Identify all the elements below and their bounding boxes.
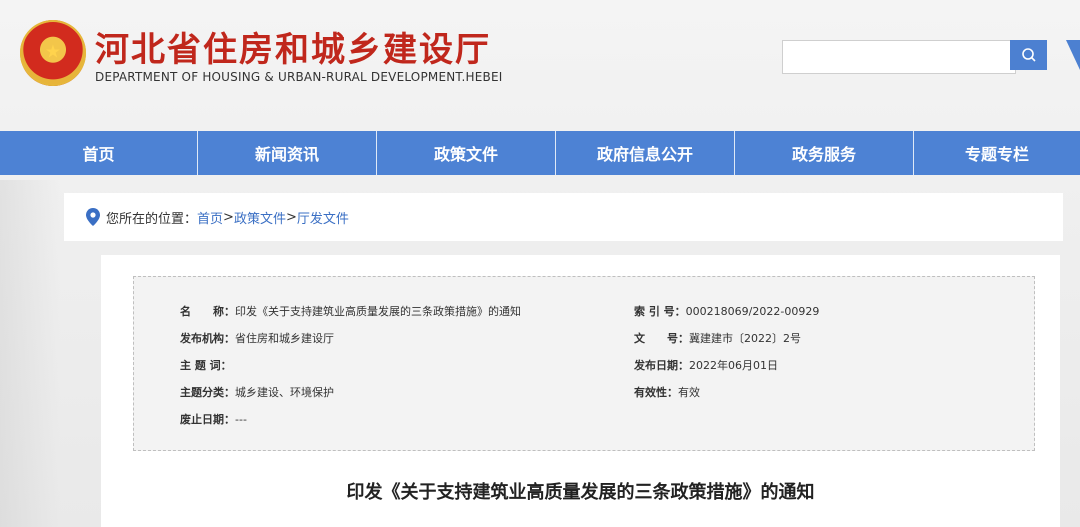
- meta-validity-key: 有效性：: [634, 386, 678, 399]
- meta-validity-value: 有效: [678, 386, 700, 399]
- meta-index-key: 索 引 号：: [634, 305, 686, 318]
- meta-category: 主题分类：城乡建设、环境保护: [180, 384, 334, 400]
- meta-validity: 有效性：有效: [634, 384, 700, 400]
- site-header: ★ 河北省住房和城乡建设厅 DEPARTMENT OF HOUSING & UR…: [0, 0, 1080, 130]
- meta-name-key: 名 称：: [180, 305, 235, 318]
- national-emblem-icon: ★: [20, 20, 86, 86]
- meta-abolish: 废止日期：---: [180, 411, 247, 427]
- corner-tab[interactable]: [1066, 40, 1080, 70]
- document-metadata: 名 称：印发《关于支持建筑业高质量发展的三条政策措施》的通知 索 引 号：000…: [133, 276, 1035, 451]
- search-button[interactable]: [1010, 40, 1047, 70]
- meta-category-value: 城乡建设、环境保护: [235, 386, 334, 399]
- meta-publisher-key: 发布机构：: [180, 332, 235, 345]
- breadcrumb-label: 您所在的位置：: [106, 211, 198, 227]
- meta-name-value: 印发《关于支持建筑业高质量发展的三条政策措施》的通知: [235, 305, 521, 318]
- main-nav: 首页 新闻资讯 政策文件 政府信息公开 政务服务 专题专栏: [0, 131, 1080, 175]
- meta-docno: 文 号：冀建建市〔2022〕2号: [634, 330, 801, 346]
- meta-abolish-key: 废止日期：: [180, 413, 235, 426]
- meta-date: 发布日期：2022年06月01日: [634, 357, 778, 373]
- meta-abolish-value: ---: [235, 413, 247, 426]
- meta-docno-value: 冀建建市〔2022〕2号: [689, 332, 801, 345]
- nav-item-gov-info[interactable]: 政府信息公开: [556, 131, 735, 175]
- site-title[interactable]: 河北省住房和城乡建设厅: [95, 22, 491, 71]
- nav-item-home[interactable]: 首页: [0, 131, 198, 175]
- nav-item-topics[interactable]: 专题专栏: [914, 131, 1080, 175]
- meta-date-value: 2022年06月01日: [689, 359, 778, 372]
- meta-docno-key: 文 号：: [634, 332, 689, 345]
- document-title: 印发《关于支持建筑业高质量发展的三条政策措施》的通知: [346, 482, 815, 503]
- meta-category-key: 主题分类：: [180, 386, 235, 399]
- breadcrumb-separator: >: [285, 209, 297, 225]
- search-input[interactable]: [782, 40, 1016, 74]
- meta-name: 名 称：印发《关于支持建筑业高质量发展的三条政策措施》的通知: [180, 303, 521, 319]
- background-decoration: [0, 180, 60, 527]
- site-subtitle: DEPARTMENT OF HOUSING & URBAN-RURAL DEVE…: [95, 70, 503, 84]
- nav-item-services[interactable]: 政务服务: [735, 131, 914, 175]
- breadcrumb-policy[interactable]: 政策文件: [234, 208, 286, 227]
- breadcrumb-separator: >: [223, 209, 234, 225]
- nav-item-news[interactable]: 新闻资讯: [198, 131, 377, 175]
- meta-subject: 主 题 词：: [180, 357, 232, 373]
- search-icon: [1021, 48, 1036, 62]
- meta-index-value: 000218069/2022-00929: [685, 305, 820, 318]
- location-pin-icon: [86, 208, 100, 226]
- nav-item-policy[interactable]: 政策文件: [377, 131, 556, 175]
- breadcrumb-dept-files[interactable]: 厅发文件: [297, 208, 349, 227]
- breadcrumb-home[interactable]: 首页: [197, 208, 223, 227]
- meta-date-key: 发布日期：: [634, 359, 689, 372]
- meta-index: 索 引 号：000218069/2022-00929: [634, 303, 819, 319]
- meta-subject-key: 主 题 词：: [180, 359, 232, 372]
- breadcrumb: 您所在的位置： 首页 > 政策文件 > 厅发文件: [64, 193, 1063, 241]
- meta-publisher: 发布机构：省住房和城乡建设厅: [180, 330, 334, 346]
- meta-publisher-value: 省住房和城乡建设厅: [235, 332, 334, 345]
